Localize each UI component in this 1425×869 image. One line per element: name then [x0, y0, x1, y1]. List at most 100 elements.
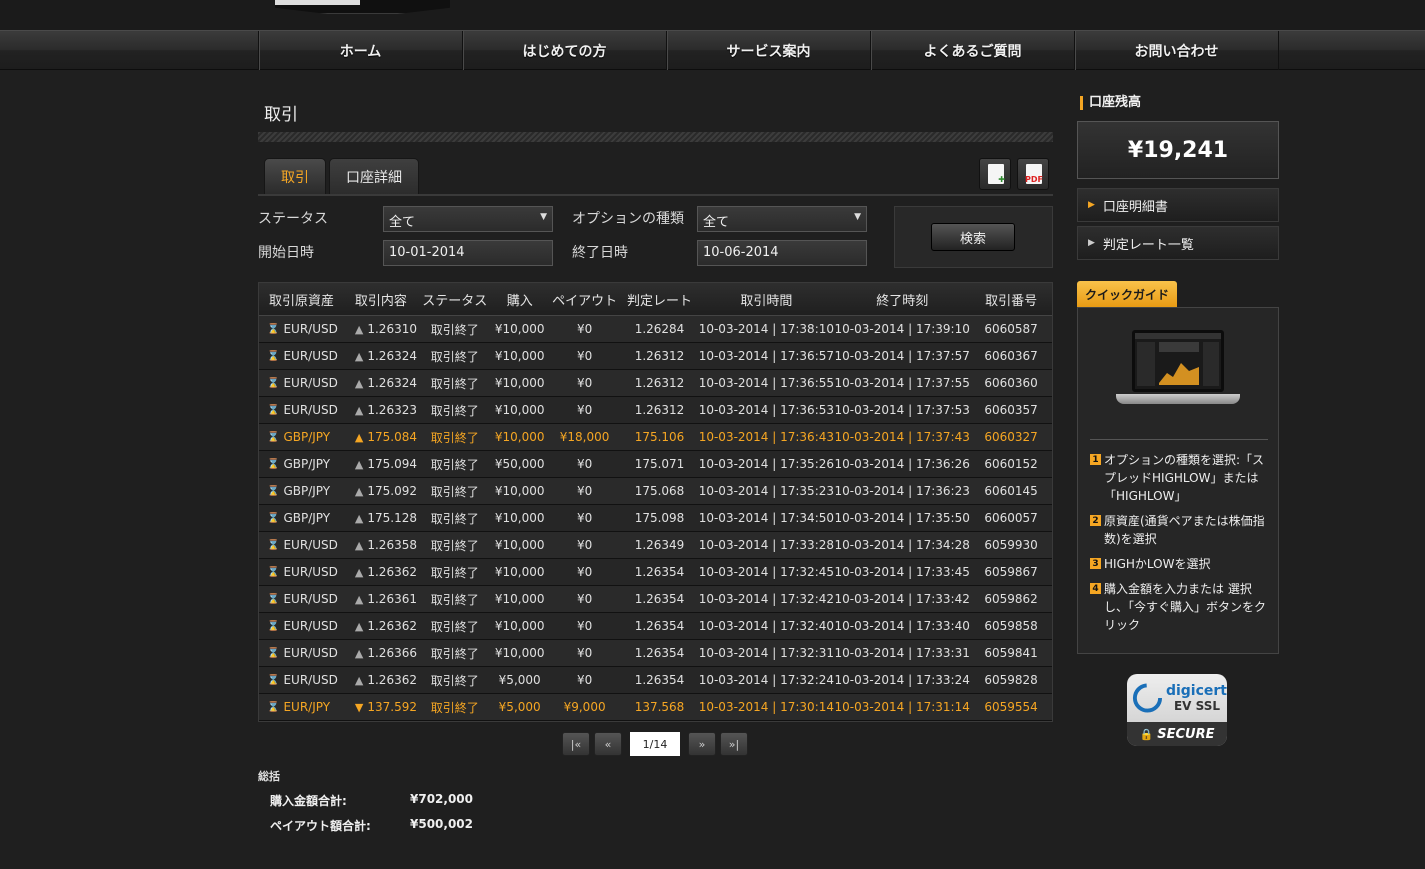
nav-contact[interactable]: お問い合わせ	[1075, 31, 1279, 70]
buy-cell: ¥50,000	[494, 457, 545, 471]
digicert-logo-icon	[1132, 683, 1163, 713]
export-excel-button[interactable]: ✚	[979, 158, 1011, 190]
asset-cell: ⌛ GBP/JPY	[267, 511, 331, 525]
end-time-cell: 10-03-2014 | 17:34:28	[834, 538, 970, 552]
judge-rate-cell: 1.26312	[634, 403, 685, 417]
page-indicator[interactable]: 1/14	[630, 732, 680, 756]
table-row[interactable]: ⌛ EUR/USD ▲ 1.26323 取引終了 ¥10,000 ¥0 1.26312 10-0…	[259, 397, 1052, 424]
col-header-trade-time[interactable]: 取引時間	[698, 283, 834, 315]
search-panel: 検索	[894, 206, 1053, 268]
buy-cell: ¥10,000	[494, 403, 545, 417]
content-cell: ▲ 1.26362	[354, 619, 417, 633]
col-header-trade-id[interactable]: 取引番号	[970, 283, 1052, 315]
table-row[interactable]: ⌛ EUR/USD ▲ 1.26362 取引終了 ¥5,000 ¥0 1.26354 10-03…	[259, 667, 1052, 694]
payout-cell: ¥0	[576, 538, 593, 552]
buy-cell: ¥10,000	[494, 349, 545, 363]
end-date-input[interactable]: 10-06-2014	[697, 240, 867, 266]
buy-cell: ¥10,000	[494, 619, 545, 633]
pagination: |« « 1/14 » »|	[562, 732, 748, 756]
col-header-asset[interactable]: 取引原資産	[259, 283, 347, 315]
arrow-up-icon: ▲	[354, 349, 364, 363]
trade-time-cell: 10-03-2014 | 17:33:28	[698, 538, 835, 552]
nav-home[interactable]: ホーム	[259, 31, 463, 70]
arrow-up-icon: ▲	[354, 646, 364, 660]
asset-cell: ⌛ EUR/USD	[267, 538, 338, 552]
trade-id-cell: 6059828	[984, 673, 1038, 687]
asset-cell: ⌛ GBP/JPY	[267, 430, 331, 444]
nav-beginners[interactable]: はじめての方	[463, 31, 667, 70]
trade-id-cell: 6060587	[984, 322, 1038, 336]
ssl-badge[interactable]: digicert EV SSL 🔒 SECURE	[1127, 674, 1227, 746]
table-row[interactable]: ⌛ GBP/JPY ▲ 175.084 取引終了 ¥10,000 ¥18,000 175.10…	[259, 424, 1052, 451]
asset-cell: ⌛ EUR/USD	[267, 565, 338, 579]
hourglass-icon: ⌛	[267, 323, 280, 335]
trades-table: 取引原資産 取引内容 ステータス 購入 ペイアウト 判定レート 取引時間 終了時…	[258, 282, 1053, 722]
asset-cell: ⌛ EUR/USD	[267, 376, 338, 390]
col-header-status[interactable]: ステータス	[419, 283, 491, 315]
top-bar	[0, 0, 1425, 30]
first-page-button[interactable]: |«	[562, 732, 590, 756]
content-cell: ▲ 1.26310	[354, 322, 417, 336]
hourglass-icon: ⌛	[267, 431, 280, 443]
option-type-select[interactable]: 全て ▼	[697, 206, 867, 232]
table-row[interactable]: ⌛ EUR/USD ▲ 1.26362 取引終了 ¥10,000 ¥0 1.26354 10-0…	[259, 559, 1052, 586]
table-row[interactable]: ⌛ GBP/JPY ▲ 175.092 取引終了 ¥10,000 ¥0 175.068 10-0…	[259, 478, 1052, 505]
col-header-buy[interactable]: 購入	[491, 283, 549, 315]
table-row[interactable]: ⌛ EUR/USD ▲ 1.26324 取引終了 ¥10,000 ¥0 1.26312 10-0…	[259, 343, 1052, 370]
table-row[interactable]: ⌛ EUR/USD ▲ 1.26310 取引終了 ¥10,000 ¥0 1.26284 10-0…	[259, 316, 1052, 343]
last-page-button[interactable]: »|	[720, 732, 748, 756]
table-row[interactable]: ⌛ EUR/USD ▲ 1.26366 取引終了 ¥10,000 ¥0 1.26354 10-0…	[259, 640, 1052, 667]
col-header-judge-rate[interactable]: 判定レート	[621, 283, 699, 315]
trade-id-cell: 6059930	[984, 538, 1038, 552]
table-row[interactable]: ⌛ EUR/USD ▲ 1.26361 取引終了 ¥10,000 ¥0 1.26354 10-0…	[259, 586, 1052, 613]
payout-cell: ¥0	[576, 403, 593, 417]
content-cell: ▲ 1.26323	[354, 403, 417, 417]
content-cell: ▲ 1.26362	[354, 673, 417, 687]
payout-cell: ¥0	[576, 484, 593, 498]
quick-guide-tab[interactable]: クイックガイド	[1077, 281, 1178, 307]
chevron-down-icon: ▼	[540, 212, 547, 222]
table-row[interactable]: ⌛ GBP/JPY ▲ 175.094 取引終了 ¥50,000 ¥0 175.071 10-0…	[259, 451, 1052, 478]
export-pdf-button[interactable]: PDF	[1017, 158, 1049, 190]
table-row[interactable]: ⌛ GBP/JPY ▲ 175.128 取引終了 ¥10,000 ¥0 175.098 10-0…	[259, 505, 1052, 532]
end-time-cell: 10-03-2014 | 17:33:45	[834, 565, 970, 579]
status-cell: 取引終了	[430, 430, 479, 445]
next-page-button[interactable]: »	[688, 732, 716, 756]
start-date-input[interactable]: 10-01-2014	[383, 240, 553, 266]
tab-trades[interactable]: 取引	[264, 158, 326, 196]
content-cell: ▲ 175.128	[354, 511, 417, 525]
content-cell: ▼ 137.592	[354, 700, 417, 714]
sidebar-link-rates[interactable]: ▶ 判定レート一覧	[1077, 226, 1279, 260]
table-row[interactable]: ⌛ EUR/USD ▲ 1.26358 取引終了 ¥10,000 ¥0 1.26349 10-0…	[259, 532, 1052, 559]
buy-cell: ¥10,000	[494, 565, 545, 579]
end-time-cell: 10-03-2014 | 17:33:24	[834, 673, 970, 687]
asset-cell: ⌛ EUR/USD	[267, 673, 338, 687]
arrow-up-icon: ▲	[354, 592, 364, 606]
nav-services[interactable]: サービス案内	[667, 31, 871, 70]
asset-cell: ⌛ GBP/JPY	[267, 484, 331, 498]
buy-cell: ¥10,000	[494, 511, 545, 525]
col-header-payout[interactable]: ペイアウト	[549, 283, 621, 315]
end-time-cell: 10-03-2014 | 17:33:40	[834, 619, 970, 633]
content-cell: ▲ 1.26358	[354, 538, 417, 552]
table-row[interactable]: ⌛ EUR/JPY ▼ 137.592 取引終了 ¥5,000 ¥9,000 137.568 1…	[259, 694, 1052, 721]
main-nav: ホーム はじめての方 サービス案内 よくあるご質問 お問い合わせ	[0, 30, 1425, 70]
trade-time-cell: 10-03-2014 | 17:36:55	[698, 376, 835, 390]
trade-id-cell: 6059841	[984, 646, 1038, 660]
table-row[interactable]: ⌛ EUR/USD ▲ 1.26362 取引終了 ¥10,000 ¥0 1.26354 10-0…	[259, 613, 1052, 640]
status-cell: 取引終了	[430, 457, 479, 472]
col-header-content[interactable]: 取引内容	[347, 283, 419, 315]
table-row[interactable]: ⌛ EUR/USD ▲ 1.26324 取引終了 ¥10,000 ¥0 1.26312 10-0…	[259, 370, 1052, 397]
prev-page-button[interactable]: «	[594, 732, 622, 756]
hourglass-icon: ⌛	[267, 593, 280, 605]
col-header-end-time[interactable]: 終了時刻	[834, 283, 970, 315]
buy-total-value: ¥702,000	[410, 792, 474, 806]
hourglass-icon: ⌛	[267, 566, 280, 578]
search-button[interactable]: 検索	[931, 223, 1015, 251]
arrow-up-icon: ▲	[354, 322, 364, 336]
sidebar-link-statement[interactable]: ▶ 口座明細書	[1077, 188, 1279, 222]
logo[interactable]	[275, 0, 450, 14]
status-select[interactable]: 全て ▼	[383, 206, 553, 232]
nav-faq[interactable]: よくあるご質問	[871, 31, 1075, 70]
tab-account-details[interactable]: 口座詳細	[329, 158, 419, 196]
